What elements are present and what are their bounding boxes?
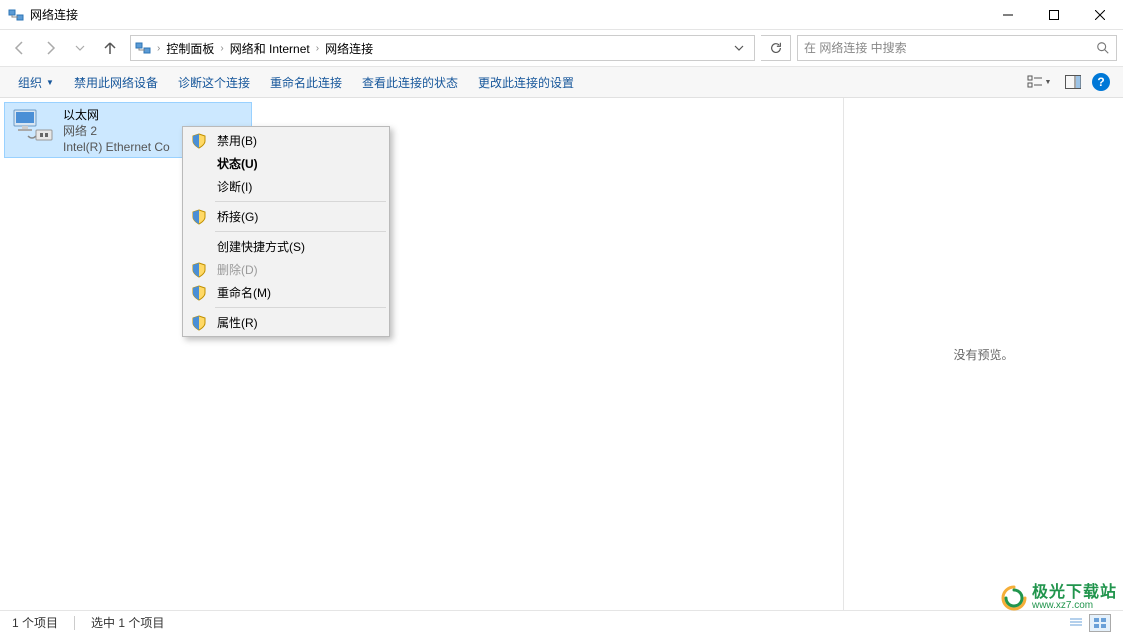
context-properties[interactable]: 属性(R) — [185, 311, 387, 334]
organize-menu[interactable]: 组织▼ — [8, 67, 64, 97]
forward-button[interactable] — [36, 34, 64, 62]
context-shortcut[interactable]: 创建快捷方式(S) — [185, 235, 387, 258]
diagnose-button[interactable]: 诊断这个连接 — [168, 67, 260, 97]
address-bar[interactable]: › 控制面板 › 网络和 Internet › 网络连接 — [130, 35, 755, 61]
context-bridge[interactable]: 桥接(G) — [185, 205, 387, 228]
shield-icon — [191, 209, 207, 225]
preview-pane-toggle[interactable] — [1059, 67, 1087, 97]
navigation-bar: › 控制面板 › 网络和 Internet › 网络连接 — [0, 30, 1123, 66]
chevron-right-icon[interactable]: › — [155, 43, 162, 54]
shield-icon — [191, 315, 207, 331]
search-box[interactable] — [797, 35, 1117, 61]
minimize-button[interactable] — [985, 0, 1031, 29]
status-bar: 1 个项目 选中 1 个项目 — [0, 610, 1123, 634]
adapter-device: Intel(R) Ethernet Co — [63, 139, 170, 155]
organize-label: 组织 — [18, 74, 42, 91]
details-view-button[interactable] — [1065, 614, 1087, 632]
search-input[interactable] — [804, 41, 1096, 55]
status-separator — [74, 616, 75, 630]
context-status-label: 状态(U) — [217, 155, 258, 172]
breadcrumb-control-panel[interactable]: 控制面板 — [162, 40, 218, 57]
app-icon — [8, 7, 24, 23]
chevron-right-icon[interactable]: › — [314, 43, 321, 54]
ethernet-adapter-icon — [9, 107, 57, 147]
context-diagnose-label: 诊断(I) — [217, 178, 252, 195]
context-rename[interactable]: 重命名(M) — [185, 281, 387, 304]
watermark-url: www.xz7.com — [1032, 601, 1117, 611]
shield-icon — [191, 262, 207, 278]
menu-separator — [215, 201, 386, 202]
context-bridge-label: 桥接(G) — [217, 208, 258, 225]
view-options-button[interactable]: ▼ — [1019, 67, 1059, 97]
adapter-name: 以太网 — [63, 107, 170, 123]
help-button[interactable]: ? — [1087, 67, 1115, 97]
window-controls — [985, 0, 1123, 29]
adapter-labels: 以太网 网络 2 Intel(R) Ethernet Co — [63, 107, 170, 156]
window-title: 网络连接 — [30, 6, 985, 23]
content-area: 以太网 网络 2 Intel(R) Ethernet Co 没有预览。 — [0, 98, 1123, 610]
back-button[interactable] — [6, 34, 34, 62]
titlebar: 网络连接 — [0, 0, 1123, 30]
selected-count: 选中 1 个项目 — [91, 614, 164, 631]
breadcrumb-network-internet[interactable]: 网络和 Internet — [226, 40, 314, 57]
context-properties-label: 属性(R) — [217, 314, 258, 331]
rename-button[interactable]: 重命名此连接 — [260, 67, 352, 97]
context-delete: 删除(D) — [185, 258, 387, 281]
watermark-name: 极光下载站 — [1032, 585, 1117, 601]
close-button[interactable] — [1077, 0, 1123, 29]
maximize-button[interactable] — [1031, 0, 1077, 29]
view-status-button[interactable]: 查看此连接的状态 — [352, 67, 468, 97]
watermark-logo-icon — [1000, 584, 1028, 612]
shield-icon — [191, 285, 207, 301]
menu-separator — [215, 231, 386, 232]
context-rename-label: 重命名(M) — [217, 284, 271, 301]
shield-icon — [191, 133, 207, 149]
context-delete-label: 删除(D) — [217, 261, 258, 278]
watermark: 极光下载站 www.xz7.com — [1000, 584, 1117, 612]
large-icons-view-button[interactable] — [1089, 614, 1111, 632]
search-icon[interactable] — [1096, 41, 1110, 55]
adapter-status: 网络 2 — [63, 123, 170, 139]
context-menu: 禁用(B) 状态(U) 诊断(I) 桥接(G) 创建快捷方式(S) 删除(D) … — [182, 126, 390, 337]
context-disable[interactable]: 禁用(B) — [185, 129, 387, 152]
no-preview-label: 没有预览。 — [953, 346, 1013, 363]
refresh-button[interactable] — [761, 35, 791, 61]
menu-separator — [215, 307, 386, 308]
recent-dropdown[interactable] — [66, 34, 94, 62]
main-pane[interactable]: 以太网 网络 2 Intel(R) Ethernet Co — [0, 98, 843, 610]
help-icon: ? — [1092, 73, 1110, 91]
context-shortcut-label: 创建快捷方式(S) — [217, 238, 305, 255]
item-count: 1 个项目 — [12, 614, 58, 631]
context-diagnose[interactable]: 诊断(I) — [185, 175, 387, 198]
context-status[interactable]: 状态(U) — [185, 152, 387, 175]
breadcrumb-network-connections[interactable]: 网络连接 — [321, 40, 377, 57]
address-dropdown-icon[interactable] — [728, 43, 750, 53]
change-settings-button[interactable]: 更改此连接的设置 — [468, 67, 584, 97]
chevron-right-icon[interactable]: › — [218, 43, 225, 54]
preview-pane: 没有预览。 — [843, 98, 1123, 610]
disable-device-button[interactable]: 禁用此网络设备 — [64, 67, 168, 97]
command-toolbar: 组织▼ 禁用此网络设备 诊断这个连接 重命名此连接 查看此连接的状态 更改此连接… — [0, 66, 1123, 98]
location-icon — [135, 40, 151, 56]
up-button[interactable] — [96, 34, 124, 62]
context-disable-label: 禁用(B) — [217, 132, 257, 149]
